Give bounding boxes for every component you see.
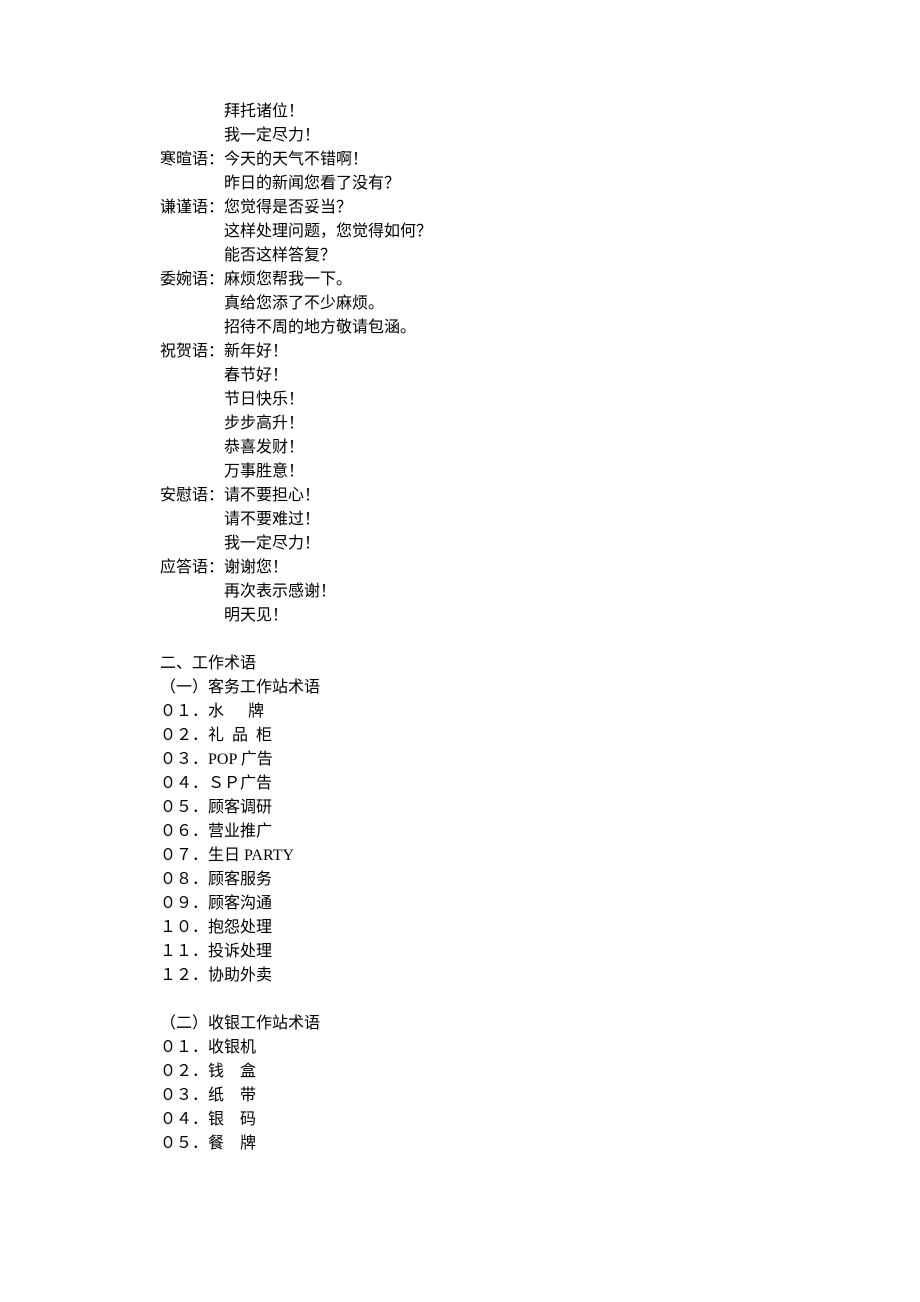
- document-line: 我一定尽力！: [160, 532, 760, 556]
- document-line: 这样处理问题，您觉得如何？: [160, 220, 760, 244]
- document-line: １１．投诉处理: [160, 940, 760, 964]
- document-page: 拜托诸位！我一定尽力！寒暄语：今天的天气不错啊！昨日的新闻您看了没有？谦谨语：您…: [0, 0, 920, 1302]
- document-line: 应答语：谢谢您！: [160, 556, 760, 580]
- document-line: [160, 988, 760, 1012]
- document-line: ０１．水 牌: [160, 700, 760, 724]
- document-line: ０７．生日 PARTY: [160, 844, 760, 868]
- document-line: ０５．餐 牌: [160, 1132, 760, 1156]
- document-line: 再次表示感谢！: [160, 580, 760, 604]
- document-line: ０６．营业推广: [160, 820, 760, 844]
- document-line: （一）客务工作站术语: [160, 676, 760, 700]
- document-line: 招待不周的地方敬请包涵。: [160, 316, 760, 340]
- document-line: 二、工作术语: [160, 652, 760, 676]
- document-line: 委婉语：麻烦您帮我一下。: [160, 268, 760, 292]
- document-line: 祝贺语：新年好！: [160, 340, 760, 364]
- document-line: 真给您添了不少麻烦。: [160, 292, 760, 316]
- document-line: ０４．ＳＰ广告: [160, 772, 760, 796]
- document-line: 寒暄语：今天的天气不错啊！: [160, 148, 760, 172]
- document-line: ０１．收银机: [160, 1036, 760, 1060]
- document-line: ０２．钱 盒: [160, 1060, 760, 1084]
- document-line: 春节好！: [160, 364, 760, 388]
- document-line: ０３．POP 广告: [160, 748, 760, 772]
- document-line: 我一定尽力！: [160, 124, 760, 148]
- document-line: ０８．顾客服务: [160, 868, 760, 892]
- document-line: （二）收银工作站术语: [160, 1012, 760, 1036]
- document-line: ０５．顾客调研: [160, 796, 760, 820]
- document-line: 节日快乐！: [160, 388, 760, 412]
- document-line: 昨日的新闻您看了没有？: [160, 172, 760, 196]
- document-line: １０．抱怨处理: [160, 916, 760, 940]
- document-line: 步步高升！: [160, 412, 760, 436]
- document-line: 谦谨语：您觉得是否妥当？: [160, 196, 760, 220]
- document-line: 请不要难过！: [160, 508, 760, 532]
- document-line: 安慰语：请不要担心！: [160, 484, 760, 508]
- document-line: ０２．礼 品 柜: [160, 724, 760, 748]
- document-line: 万事胜意！: [160, 460, 760, 484]
- document-line: [160, 628, 760, 652]
- document-line: ０９．顾客沟通: [160, 892, 760, 916]
- document-line: 明天见！: [160, 604, 760, 628]
- document-line: 拜托诸位！: [160, 100, 760, 124]
- document-line: 恭喜发财！: [160, 436, 760, 460]
- document-line: ０３．纸 带: [160, 1084, 760, 1108]
- document-line: １２．协助外卖: [160, 964, 760, 988]
- document-line: ０４．银 码: [160, 1108, 760, 1132]
- document-line: 能否这样答复？: [160, 244, 760, 268]
